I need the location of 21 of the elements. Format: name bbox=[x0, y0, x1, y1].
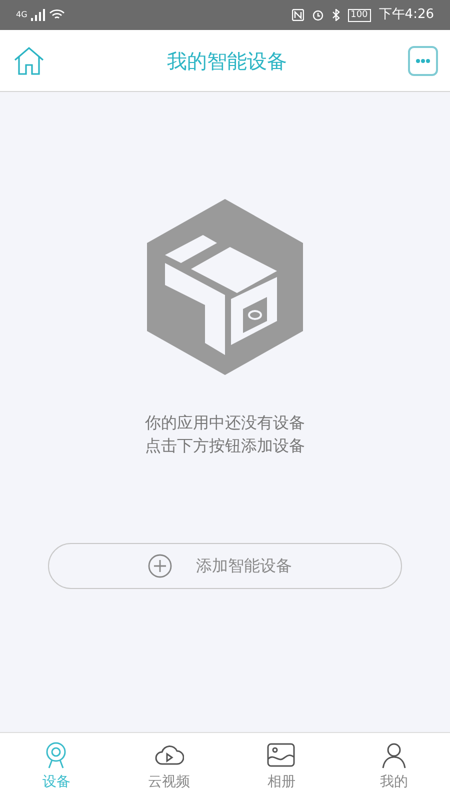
wifi-icon bbox=[49, 9, 66, 21]
empty-message: 你的应用中还没有设备 bbox=[145, 412, 305, 434]
plus-circle-icon bbox=[148, 554, 172, 578]
device-button[interactable] bbox=[408, 46, 438, 76]
bluetooth-icon bbox=[332, 9, 340, 21]
nav-tab[interactable]: 云视频 bbox=[112, 733, 225, 800]
network-label: 4G bbox=[16, 9, 28, 21]
clock-time: 下午4:26 bbox=[378, 6, 434, 24]
nav-tab[interactable]: 相册 bbox=[225, 733, 338, 800]
alarm-icon bbox=[312, 9, 324, 21]
nav-tab[interactable]: 设备 bbox=[0, 733, 112, 800]
battery-indicator: 100 bbox=[348, 8, 371, 22]
add-device-button[interactable]: 添加智能设备 bbox=[48, 543, 402, 589]
nfc-icon bbox=[292, 9, 304, 21]
empty-box-icon bbox=[145, 197, 305, 377]
home-icon bbox=[13, 46, 45, 76]
dots-icon bbox=[415, 58, 431, 64]
page-title: 我的智能设备 bbox=[167, 48, 287, 74]
empty-message: 点击下方按钮添加设备 bbox=[145, 435, 305, 457]
nav-tab[interactable]: 我的 bbox=[338, 733, 450, 800]
signal-icon bbox=[31, 9, 46, 21]
